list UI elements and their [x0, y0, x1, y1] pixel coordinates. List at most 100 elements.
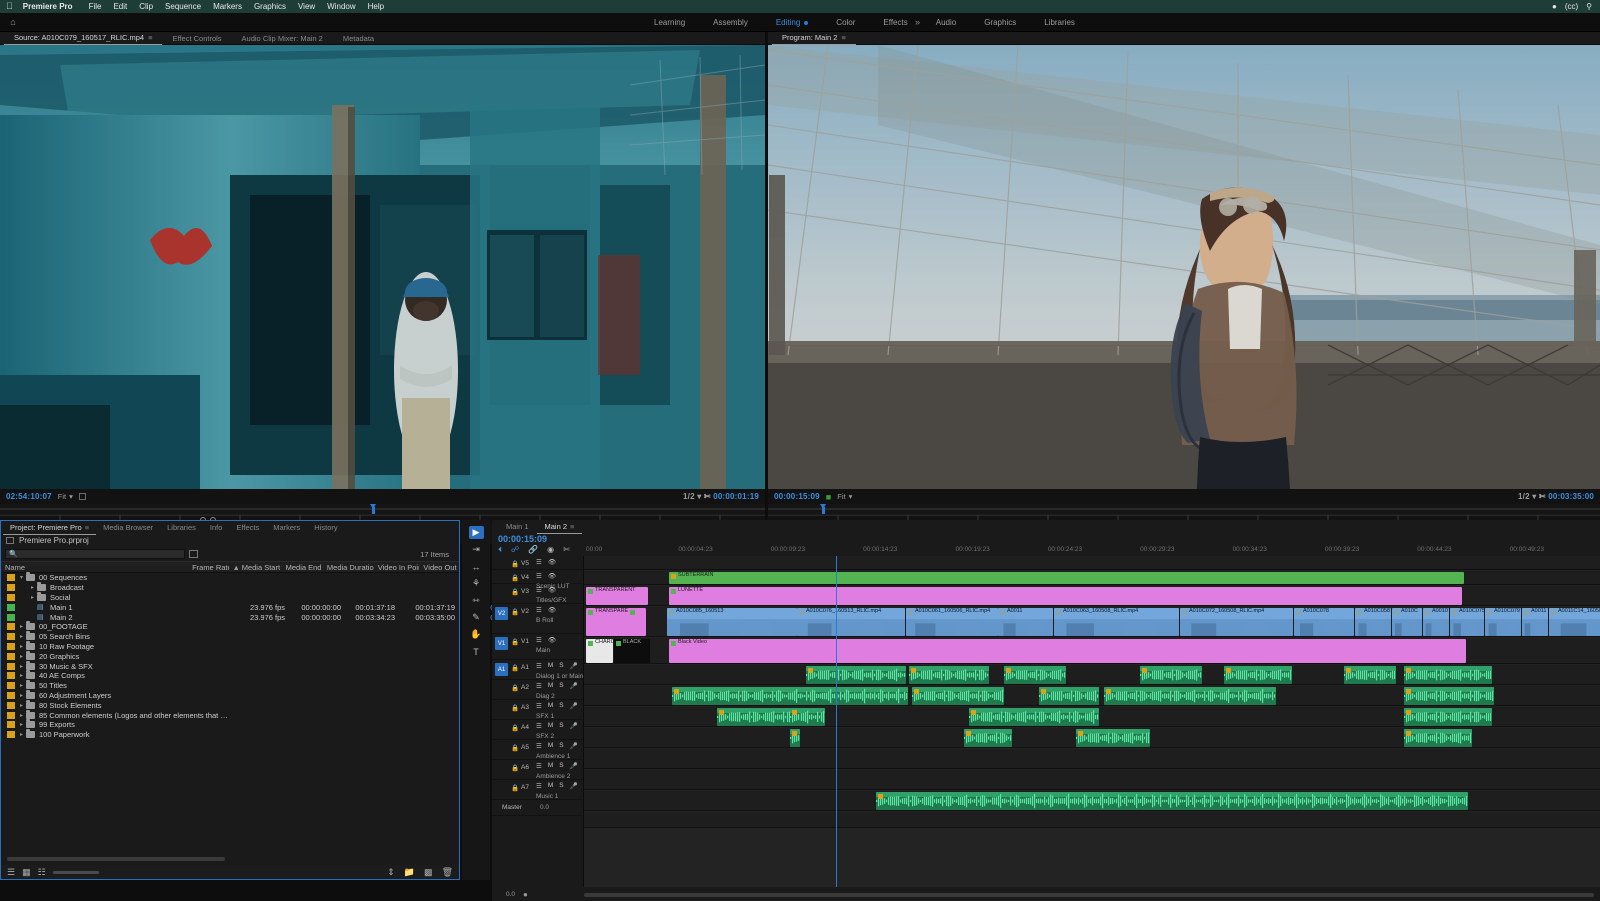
- track-content-area[interactable]: SUBTERRAINTRANSPARENTLUNETTETRANSPARENTA…: [584, 556, 1600, 887]
- timeline-clip[interactable]: SUBTERRAIN: [669, 572, 1464, 584]
- zoom-out-icon[interactable]: ●: [523, 890, 528, 899]
- menu-window[interactable]: Window: [321, 2, 361, 11]
- tab-libraries[interactable]: Libraries: [160, 521, 203, 534]
- track-header-a3[interactable]: 🔒A3☰MS🎤SFX 1: [492, 700, 583, 720]
- solo-icon[interactable]: S: [559, 662, 563, 670]
- track-row-v5[interactable]: [584, 556, 1600, 570]
- slip-tool[interactable]: ⇿: [469, 594, 484, 607]
- timeline-clip[interactable]: A0011A0011: [998, 608, 1053, 636]
- timeline-audio-clip[interactable]: [672, 687, 908, 705]
- menu-view[interactable]: View: [292, 2, 321, 11]
- snap-icon[interactable]: ☍: [511, 545, 519, 555]
- chevron-right-icon[interactable]: ▸: [17, 712, 26, 719]
- menu-markers[interactable]: Markers: [207, 2, 248, 11]
- timeline-tab-main-2[interactable]: Main 2≡: [537, 520, 583, 534]
- workspace-tab-graphics[interactable]: Graphics: [970, 18, 1030, 27]
- timeline-clip[interactable]: A010C063_160508_RLIC.mp4A010C063_160508_…: [1054, 608, 1179, 636]
- track-header-a4[interactable]: 🔒A4☰MS🎤SFX 2: [492, 720, 583, 740]
- timeline-clip[interactable]: LUNETTE: [669, 587, 1462, 605]
- track-header-a6[interactable]: 🔒A6☰MS🎤Ambience 2: [492, 760, 583, 780]
- new-search-bin-icon[interactable]: [189, 550, 198, 558]
- table-row[interactable]: ▸60 Adjustment Layers: [1, 691, 459, 701]
- timeline-clip[interactable]: A010C085_160513A010C085_160513: [667, 608, 797, 636]
- toggle-sync-lock-icon[interactable]: ☰: [536, 742, 542, 750]
- freeform-view-icon[interactable]: ☷: [38, 867, 46, 878]
- lock-icon[interactable]: 🔒: [511, 764, 519, 772]
- track-header-v5[interactable]: 🔒V5☰👁: [492, 556, 583, 570]
- lock-icon[interactable]: 🔒: [511, 608, 519, 616]
- linked-selection-icon[interactable]: 🔗: [528, 545, 538, 555]
- timeline-clip[interactable]: A010C058A010C058: [1355, 608, 1391, 636]
- track-target-badge[interactable]: A1: [495, 663, 508, 676]
- tab-media-browser[interactable]: Media Browser: [96, 521, 160, 534]
- tab-history[interactable]: History: [307, 521, 344, 534]
- tab-metadata[interactable]: Metadata: [333, 32, 384, 45]
- selection-tool[interactable]: ▶: [469, 526, 484, 539]
- chevron-right-icon[interactable]: ▸: [17, 663, 26, 670]
- source-aspect-icon[interactable]: [79, 493, 86, 500]
- timeline-audio-clip[interactable]: [1076, 729, 1150, 747]
- menu-file[interactable]: File: [83, 2, 108, 11]
- workspace-tab-learning[interactable]: Learning: [640, 18, 699, 27]
- new-bin-icon[interactable]: 📁: [404, 867, 415, 878]
- table-row[interactable]: ▸50 Titles: [1, 681, 459, 691]
- app-name-label[interactable]: Premiere Pro: [23, 2, 73, 11]
- eye-icon[interactable]: 👁: [548, 636, 556, 644]
- toggle-sync-lock-icon[interactable]: ☰: [536, 558, 542, 566]
- menu-clip[interactable]: Clip: [133, 2, 159, 11]
- toggle-sync-lock-icon[interactable]: ☰: [536, 722, 542, 730]
- table-row[interactable]: ▸80 Stock Elements: [1, 700, 459, 710]
- program-scrubber[interactable]: [768, 504, 1600, 514]
- timeline-clip[interactable]: A0011A0011: [1522, 608, 1548, 636]
- timeline-clip[interactable]: Black Video: [669, 639, 1466, 663]
- tab-project[interactable]: Project: Premiere Pro≡: [3, 521, 96, 535]
- solo-icon[interactable]: S: [559, 682, 563, 690]
- type-tool[interactable]: T: [469, 645, 484, 658]
- lock-icon[interactable]: 🔒: [511, 724, 519, 732]
- tab-effect-controls[interactable]: Effect Controls: [162, 32, 231, 45]
- track-header-v3[interactable]: 🔒V3☰👁Titles/GFX: [492, 584, 583, 604]
- workspace-tab-effects[interactable]: Effects: [869, 18, 921, 27]
- workspace-overflow-icon[interactable]: »: [915, 17, 920, 27]
- menu-help[interactable]: Help: [362, 2, 390, 11]
- timeline-clip[interactable]: TRANSPARENT: [586, 587, 648, 605]
- workspace-tab-libraries[interactable]: Libraries: [1030, 18, 1089, 27]
- toggle-sync-lock-icon[interactable]: ☰: [536, 586, 542, 594]
- track-target-badge[interactable]: V1: [495, 637, 508, 650]
- mute-icon[interactable]: M: [548, 742, 553, 750]
- timeline-audio-clip[interactable]: [1140, 666, 1202, 684]
- zoom-slider[interactable]: [53, 871, 99, 874]
- lock-icon[interactable]: 🔒: [511, 588, 519, 596]
- timeline-audio-clip[interactable]: [1224, 666, 1292, 684]
- timeline-audio-clip[interactable]: [790, 708, 800, 726]
- column-frame-rate[interactable]: Frame Rate: [188, 563, 228, 572]
- workspace-tab-color[interactable]: Color: [822, 18, 869, 27]
- table-row[interactable]: ▸00_FOOTAGE: [1, 622, 459, 632]
- toggle-sync-lock-icon[interactable]: ☰: [536, 682, 542, 690]
- timeline-audio-clip[interactable]: [969, 708, 1099, 726]
- home-icon[interactable]: ⌂: [0, 17, 26, 27]
- eye-icon[interactable]: 👁: [548, 606, 556, 614]
- program-video-area[interactable]: [768, 45, 1600, 489]
- chevron-right-icon[interactable]: ▸: [17, 702, 26, 709]
- mute-icon[interactable]: M: [548, 722, 553, 730]
- timeline-audio-clip[interactable]: [964, 729, 1012, 747]
- chevron-right-icon[interactable]: ▸: [17, 643, 26, 650]
- eye-icon[interactable]: 👁: [548, 572, 556, 580]
- solo-icon[interactable]: S: [559, 722, 563, 730]
- mute-icon[interactable]: M: [548, 702, 553, 710]
- timeline-clip[interactable]: A010CA010C: [1392, 608, 1422, 636]
- timeline-clip[interactable]: CHARCO: [586, 639, 613, 663]
- solo-icon[interactable]: S: [559, 762, 563, 770]
- icon-view-icon[interactable]: ▦: [22, 867, 31, 878]
- project-horizontal-scrollbar[interactable]: [7, 857, 225, 861]
- chevron-right-icon[interactable]: ▸: [28, 594, 37, 601]
- apple-logo-icon[interactable]: : [6, 2, 13, 11]
- sort-icon[interactable]: ⇕: [387, 867, 395, 878]
- menu-graphics[interactable]: Graphics: [248, 2, 292, 11]
- table-row[interactable]: ▸Broadcast: [1, 583, 459, 593]
- timeline-audio-clip[interactable]: [909, 666, 989, 684]
- timeline-clip[interactable]: BLACK: [614, 639, 650, 663]
- chevron-right-icon[interactable]: ▸: [17, 682, 26, 689]
- toggle-sync-lock-icon[interactable]: ☰: [536, 782, 542, 790]
